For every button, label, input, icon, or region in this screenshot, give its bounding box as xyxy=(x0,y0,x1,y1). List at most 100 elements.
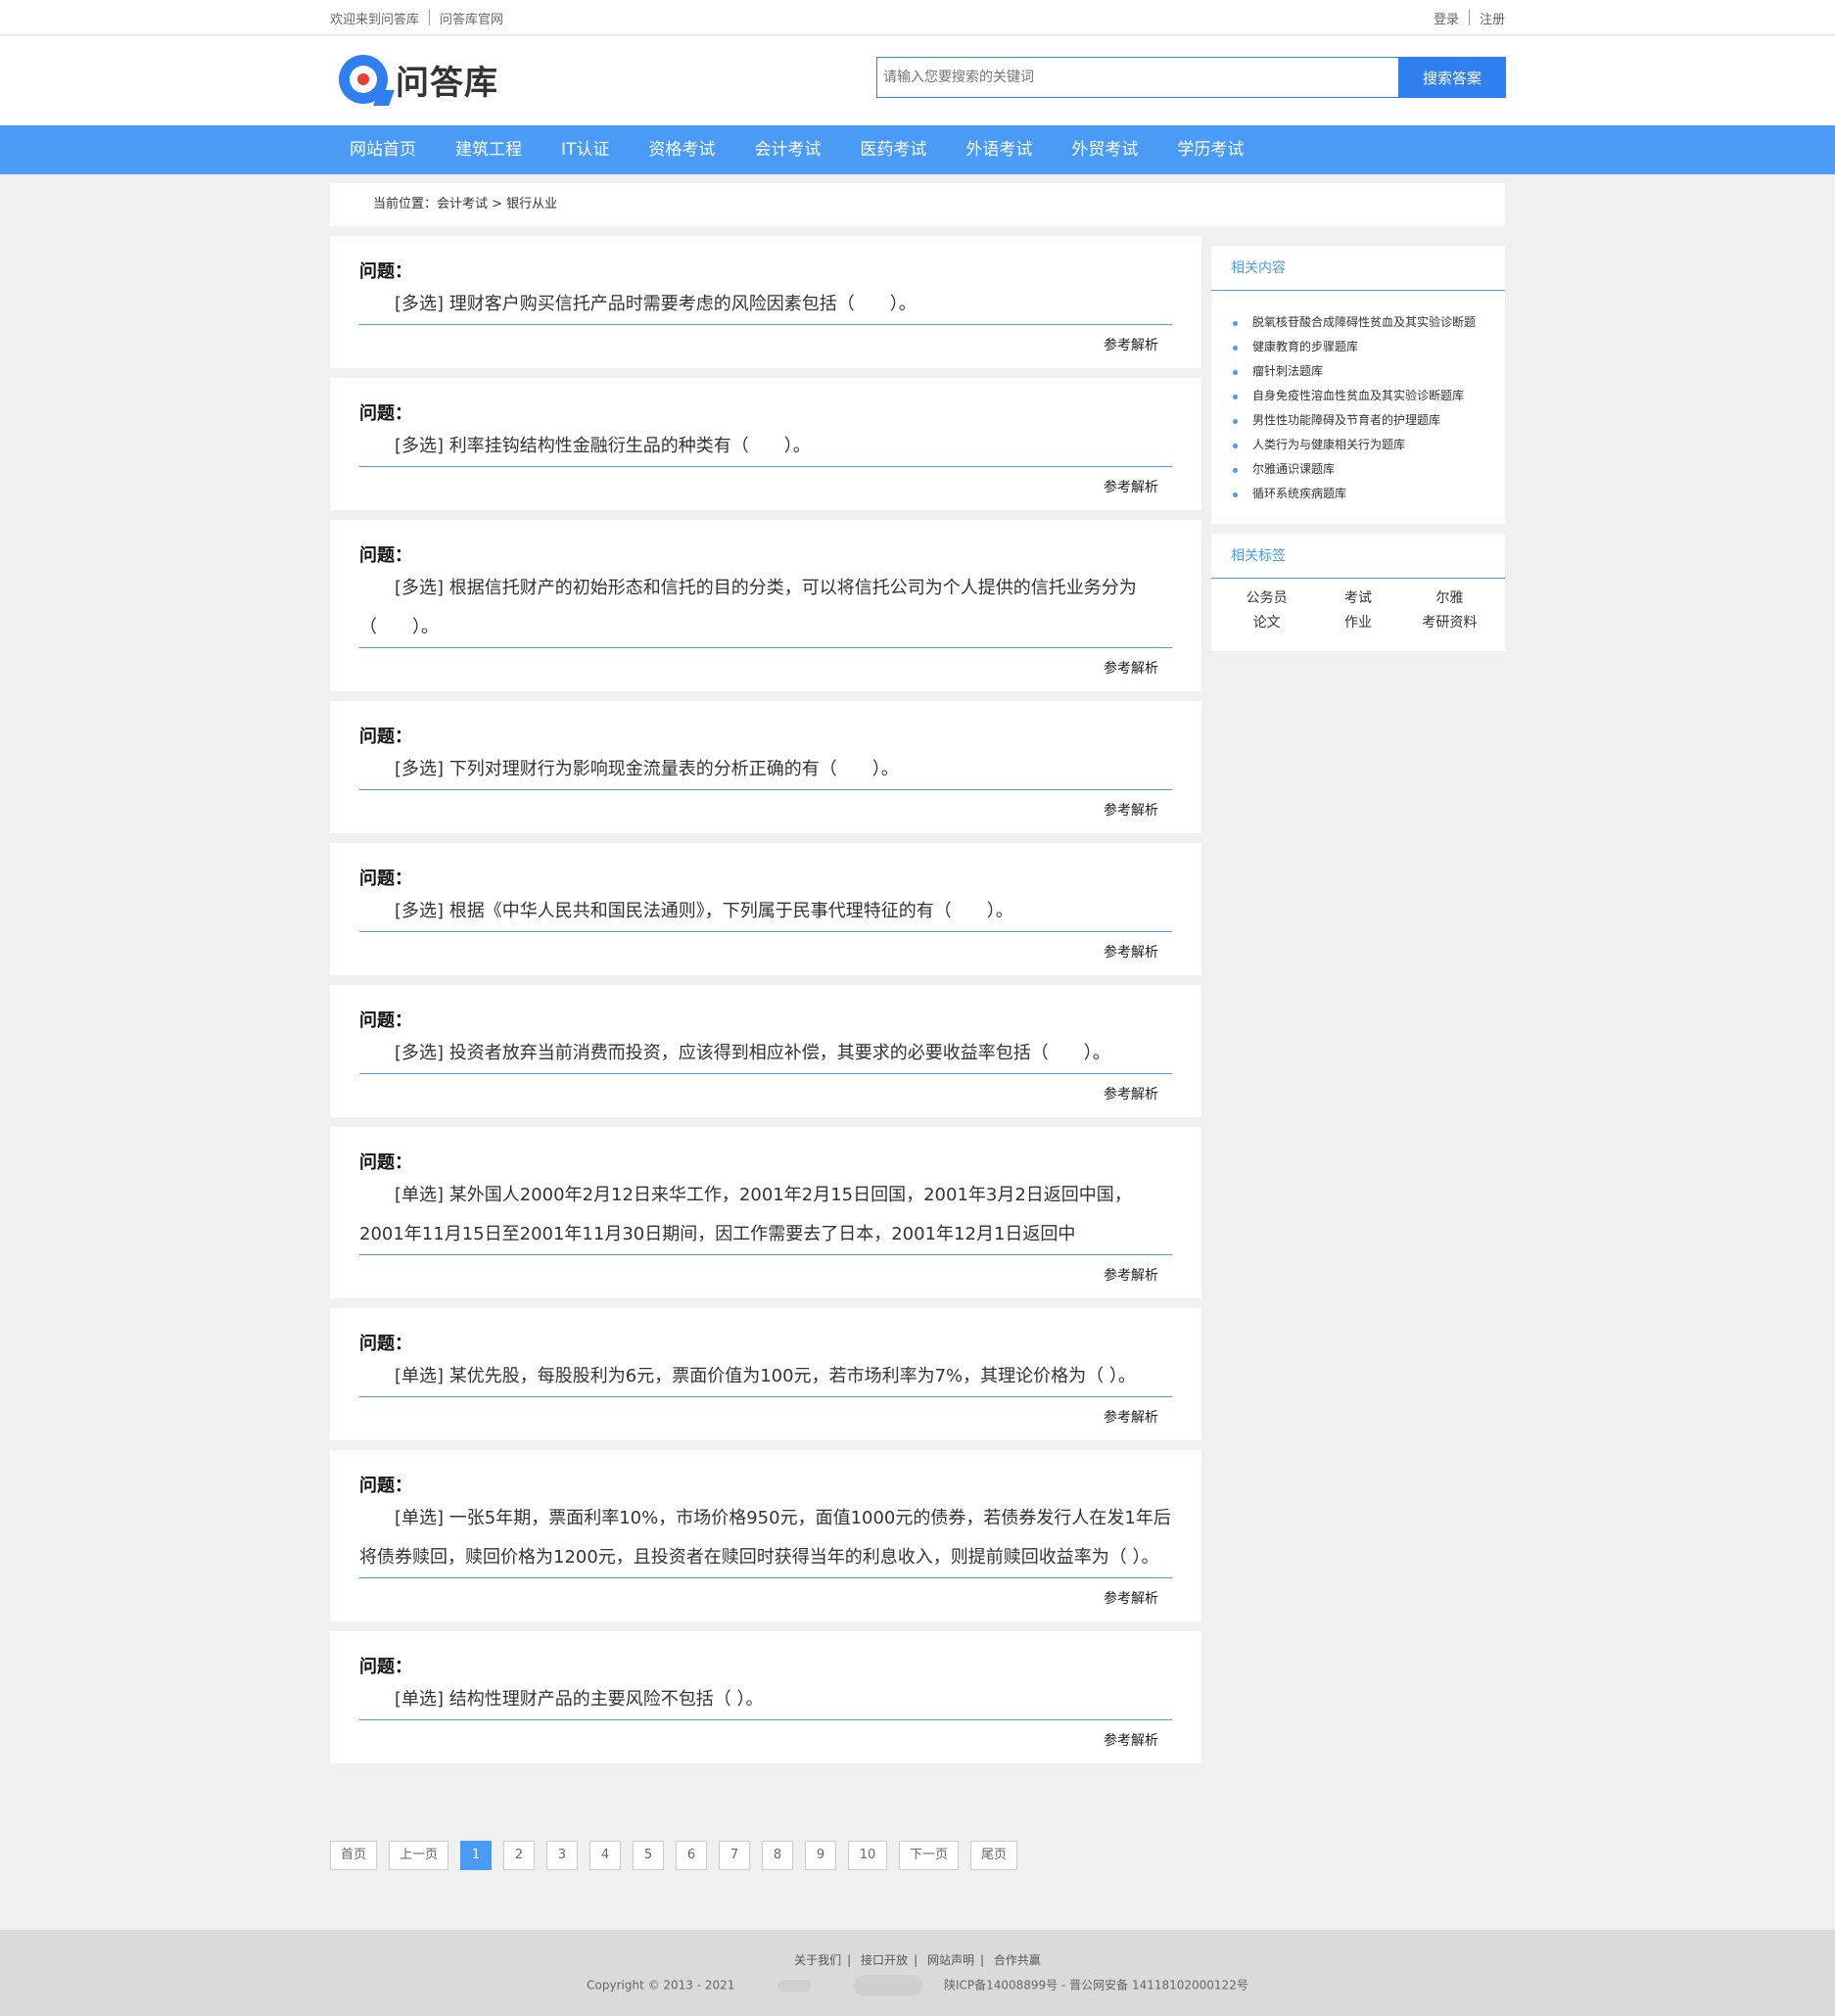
question-label: 问题： xyxy=(359,1010,412,1031)
footer-link-statement[interactable]: 网站声明 xyxy=(927,1953,974,1967)
related-item[interactable]: 男性性功能障碍及节育者的护理题库 xyxy=(1231,408,1505,433)
page-button-7[interactable]: 7 xyxy=(719,1841,751,1870)
question-list: 问题： [多选] 理财客户购买信托产品时需要考虑的风险因素包括（ ）。 参考解析… xyxy=(330,236,1201,1773)
reference-analysis-link[interactable]: 参考解析 xyxy=(359,1397,1172,1429)
last-page-button[interactable]: 尾页 xyxy=(970,1841,1018,1870)
official-site-link[interactable]: 问答库官网 xyxy=(440,9,503,27)
related-item[interactable]: 健康教育的步骤题库 xyxy=(1231,335,1505,359)
copyright-text: Copyright © 2013 - 2021 xyxy=(587,1978,735,1993)
question-label: 问题： xyxy=(359,1476,412,1496)
nav-item-medicine[interactable]: 医药考试 xyxy=(840,125,946,174)
question-text[interactable]: [多选] 根据信托财产的初始形态和信托的目的分类，可以将信托公司为个人提供的信托… xyxy=(359,569,1172,648)
question-label: 问题： xyxy=(359,261,412,282)
search-input[interactable] xyxy=(876,57,1398,98)
question-text[interactable]: [多选] 利率挂钩结构性金融衍生品的种类有（ ）。 xyxy=(359,427,1172,467)
reference-analysis-link[interactable]: 参考解析 xyxy=(359,1074,1172,1105)
question-card: 问题： [多选] 下列对理财行为影响现金流量表的分析正确的有（ ）。 参考解析 xyxy=(330,701,1201,833)
question-text[interactable]: [单选] 一张5年期，票面利率10%，市场价格950元，面值1000元的债券，若… xyxy=(359,1499,1172,1578)
question-card: 问题： [多选] 根据信托财产的初始形态和信托的目的分类，可以将信托公司为个人提… xyxy=(330,520,1201,691)
top-bar: 欢迎来到问答库 问答库官网 登录 注册 xyxy=(0,0,1835,35)
question-text[interactable]: [单选] 结构性理财产品的主要风险不包括（ ）。 xyxy=(359,1680,1172,1720)
first-page-button[interactable]: 首页 xyxy=(330,1841,378,1870)
reference-analysis-link[interactable]: 参考解析 xyxy=(359,932,1172,963)
prev-page-button[interactable]: 上一页 xyxy=(389,1841,449,1870)
question-label: 问题： xyxy=(359,545,412,566)
question-card: 问题： [单选] 某外国人2000年2月12日来华工作，2001年2月15日回国… xyxy=(330,1127,1201,1298)
question-card: 问题： [多选] 利率挂钩结构性金融衍生品的种类有（ ）。 参考解析 xyxy=(330,378,1201,510)
question-text[interactable]: [单选] 某外国人2000年2月12日来华工作，2001年2月15日回国，200… xyxy=(359,1176,1172,1255)
question-label: 问题： xyxy=(359,1657,412,1677)
page-button-9[interactable]: 9 xyxy=(805,1841,837,1870)
page-button-10[interactable]: 10 xyxy=(848,1841,888,1870)
reference-analysis-link[interactable]: 参考解析 xyxy=(359,790,1172,821)
nav-item-home[interactable]: 网站首页 xyxy=(330,125,436,174)
nav-item-foreign-trade[interactable]: 外贸考试 xyxy=(1052,125,1157,174)
nav-item-qualification[interactable]: 资格考试 xyxy=(629,125,734,174)
search-button[interactable]: 搜索答案 xyxy=(1398,57,1506,98)
question-text[interactable]: [多选] 投资者放弃当前消费而投资，应该得到相应补偿，其要求的必要收益率包括（ … xyxy=(359,1034,1172,1074)
search-bar: 搜索答案 xyxy=(876,57,1506,98)
question-card: 问题： [多选] 根据《中华人民共和国民法通则》，下列属于民事代理特征的有（ ）… xyxy=(330,843,1201,975)
related-tags-box: 相关标签 公务员 考试 尔雅 论文 作业 考研资料 xyxy=(1211,534,1505,651)
login-link[interactable]: 登录 xyxy=(1434,9,1459,27)
tag-item[interactable]: 公务员 xyxy=(1221,586,1312,611)
related-content-title: 相关内容 xyxy=(1211,246,1505,291)
question-label: 问题： xyxy=(359,403,412,424)
question-label: 问题： xyxy=(359,1152,412,1173)
related-item[interactable]: 瘤针刺法题库 xyxy=(1231,359,1505,384)
question-label: 问题： xyxy=(359,1334,412,1354)
reference-analysis-link[interactable]: 参考解析 xyxy=(359,1578,1172,1610)
question-text[interactable]: [多选] 下列对理财行为影响现金流量表的分析正确的有（ ）。 xyxy=(359,750,1172,790)
footer-link-api[interactable]: 接口开放 xyxy=(861,1953,908,1967)
question-text[interactable]: [单选] 某优先股，每股股利为6元，票面价值为100元，若市场利率为7%，其理论… xyxy=(359,1357,1172,1397)
page-button-3[interactable]: 3 xyxy=(546,1841,579,1870)
page-button-2[interactable]: 2 xyxy=(503,1841,536,1870)
page-button-8[interactable]: 8 xyxy=(762,1841,794,1870)
page-button-4[interactable]: 4 xyxy=(589,1841,622,1870)
question-card: 问题： [单选] 某优先股，每股股利为6元，票面价值为100元，若市场利率为7%… xyxy=(330,1308,1201,1440)
related-tags-title: 相关标签 xyxy=(1211,534,1505,579)
reference-analysis-link[interactable]: 参考解析 xyxy=(359,1255,1172,1287)
question-card: 问题： [多选] 投资者放弃当前消费而投资，应该得到相应补偿，其要求的必要收益率… xyxy=(330,985,1201,1117)
tag-item[interactable]: 论文 xyxy=(1221,611,1312,635)
reference-analysis-link[interactable]: 参考解析 xyxy=(359,325,1172,356)
badge-icon xyxy=(777,1980,812,1992)
site-logo[interactable]: 问答库 xyxy=(339,55,498,106)
badge-icon xyxy=(854,1975,923,1996)
reference-analysis-link[interactable]: 参考解析 xyxy=(359,1720,1172,1752)
question-card: 问题： [单选] 结构性理财产品的主要风险不包括（ ）。 参考解析 xyxy=(330,1631,1201,1763)
related-item[interactable]: 脱氧核苷酸合成障碍性贫血及其实验诊断题 xyxy=(1231,310,1505,335)
page-button-5[interactable]: 5 xyxy=(633,1841,665,1870)
tag-item[interactable]: 作业 xyxy=(1312,611,1403,635)
related-item[interactable]: 尔雅通识课题库 xyxy=(1231,457,1505,482)
related-item[interactable]: 人类行为与健康相关行为题库 xyxy=(1231,433,1505,457)
page-button-1[interactable]: 1 xyxy=(460,1841,493,1870)
nav-item-construction[interactable]: 建筑工程 xyxy=(436,125,541,174)
reference-analysis-link[interactable]: 参考解析 xyxy=(359,648,1172,680)
question-text[interactable]: [多选] 根据《中华人民共和国民法通则》，下列属于民事代理特征的有（ ）。 xyxy=(359,892,1172,932)
question-label: 问题： xyxy=(359,868,412,889)
page-button-6[interactable]: 6 xyxy=(676,1841,708,1870)
related-content-box: 相关内容 脱氧核苷酸合成障碍性贫血及其实验诊断题 健康教育的步骤题库 瘤针刺法题… xyxy=(1211,246,1505,524)
register-link[interactable]: 注册 xyxy=(1480,9,1505,27)
nav-item-it-cert[interactable]: IT认证 xyxy=(541,125,629,174)
icp-text[interactable]: 陕ICP备14008899号 - 晋公网安备 14118102000122号 xyxy=(944,1979,1248,1993)
tag-item[interactable]: 尔雅 xyxy=(1404,586,1495,611)
nav-item-education[interactable]: 学历考试 xyxy=(1157,125,1263,174)
related-item[interactable]: 循环系统疾病题库 xyxy=(1231,482,1505,506)
welcome-text: 欢迎来到问答库 xyxy=(330,12,420,27)
footer-link-cooperation[interactable]: 合作共赢 xyxy=(994,1953,1041,1967)
nav-item-language[interactable]: 外语考试 xyxy=(946,125,1052,174)
tag-item[interactable]: 考试 xyxy=(1312,586,1403,611)
footer-link-about[interactable]: 关于我们 xyxy=(794,1953,841,1967)
sidebar: 相关内容 脱氧核苷酸合成障碍性贫血及其实验诊断题 健康教育的步骤题库 瘤针刺法题… xyxy=(1211,246,1505,651)
logo-text: 问答库 xyxy=(396,63,498,103)
header: 问答库 搜索答案 xyxy=(0,36,1835,125)
nav-item-accounting[interactable]: 会计考试 xyxy=(734,125,840,174)
next-page-button[interactable]: 下一页 xyxy=(899,1841,960,1870)
question-text[interactable]: [多选] 理财客户购买信托产品时需要考虑的风险因素包括（ ）。 xyxy=(359,285,1172,325)
tag-item[interactable]: 考研资料 xyxy=(1404,611,1495,635)
question-card: 问题： [单选] 一张5年期，票面利率10%，市场价格950元，面值1000元的… xyxy=(330,1450,1201,1621)
reference-analysis-link[interactable]: 参考解析 xyxy=(359,467,1172,498)
related-item[interactable]: 自身免疫性溶血性贫血及其实验诊断题库 xyxy=(1231,384,1505,408)
